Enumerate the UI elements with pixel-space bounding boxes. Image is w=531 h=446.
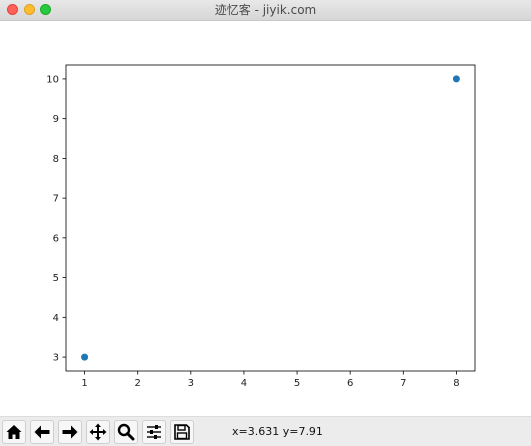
back-arrow-icon	[34, 425, 50, 439]
x-tick-label: 3	[188, 378, 194, 389]
save-floppy-icon	[174, 424, 190, 440]
zoom-button[interactable]	[114, 420, 138, 444]
y-tick-label: 5	[53, 273, 59, 284]
forward-button[interactable]	[58, 420, 82, 444]
x-tick-label: 1	[81, 378, 87, 389]
y-tick-label: 8	[53, 154, 59, 165]
forward-arrow-icon	[62, 425, 78, 439]
zoom-magnifier-icon	[117, 423, 135, 441]
x-tick-label: 8	[453, 378, 459, 389]
app-window: 迹忆客 - jiyik.com 1 2 3 4 5 6 7 8 3 4 5 6 7 8 9 10	[0, 0, 531, 446]
home-icon	[6, 425, 22, 439]
y-tick-label: 3	[53, 353, 59, 364]
x-tick-label: 5	[294, 378, 300, 389]
cursor-coordinates: x=3.631 y=7.91	[232, 425, 323, 438]
x-tick-label: 7	[400, 378, 406, 389]
subplots-config-icon	[147, 425, 161, 439]
pan-button[interactable]	[86, 420, 110, 444]
home-button[interactable]	[2, 420, 26, 444]
x-tick-label: 4	[241, 378, 247, 389]
x-tick-label: 2	[135, 378, 141, 389]
figure-canvas[interactable]: 1 2 3 4 5 6 7 8 3 4 5 6 7 8 9 10	[0, 21, 531, 416]
navigation-toolbar: x=3.631 y=7.91	[0, 416, 531, 446]
y-tick-label: 6	[53, 233, 59, 244]
pan-move-icon	[89, 423, 107, 441]
save-button[interactable]	[170, 420, 194, 444]
y-tick-label: 10	[46, 74, 59, 85]
data-point	[81, 353, 89, 361]
y-tick-label: 9	[53, 114, 59, 125]
title-bar: 迹忆客 - jiyik.com	[0, 0, 531, 21]
scatter-plot: 1 2 3 4 5 6 7 8 3 4 5 6 7 8 9 10	[0, 21, 531, 416]
y-tick-label: 7	[53, 194, 59, 205]
y-tick-label: 4	[53, 313, 59, 324]
figure-background	[0, 21, 531, 416]
window-title: 迹忆客 - jiyik.com	[214, 3, 317, 17]
data-point	[452, 75, 460, 83]
configure-subplots-button[interactable]	[142, 420, 166, 444]
x-tick-label: 6	[347, 378, 353, 389]
back-button[interactable]	[30, 420, 54, 444]
